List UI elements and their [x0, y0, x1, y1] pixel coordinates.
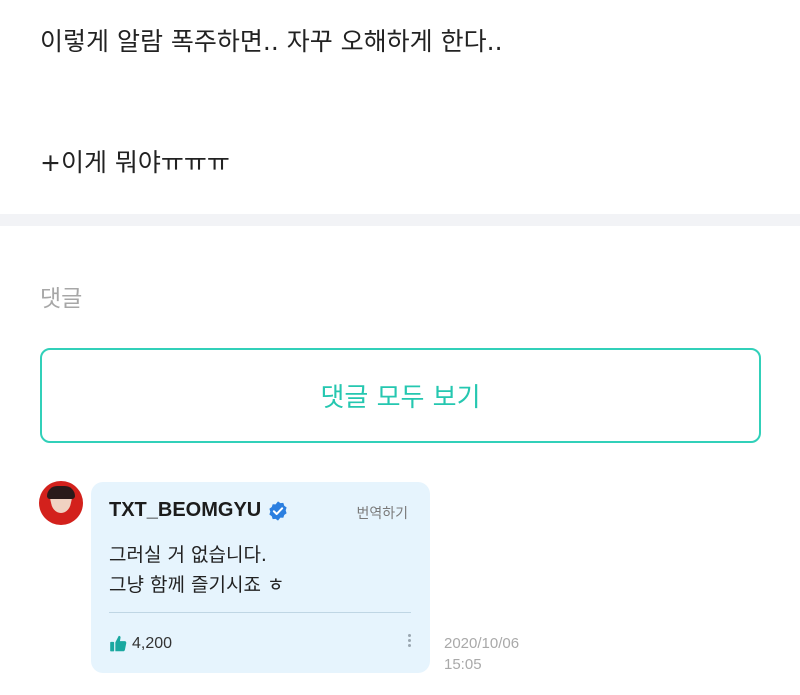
avatar-hair	[47, 486, 75, 499]
comment-text: 그러실 거 없습니다. 그냥 함께 즐기시죠 ㅎ	[109, 540, 284, 600]
like-button[interactable]: 4,200	[109, 634, 172, 653]
view-all-comments-button[interactable]: 댓글 모두 보기	[40, 348, 761, 443]
section-divider	[0, 214, 800, 226]
comments-heading: 댓글	[40, 286, 83, 312]
post-text-line: 이렇게 알람 폭주하면.. 자꾸 오해하게 한다..	[40, 27, 503, 56]
like-count: 4,200	[132, 634, 173, 652]
thumbs-up-icon	[110, 635, 127, 652]
comment-bubble: TXT_BEOMGYU 번역하기 그러실 거 없습니다. 그냥 함께 즐기시죠 …	[91, 482, 430, 673]
comment-date: 2020/10/06	[444, 635, 520, 652]
post-text-line: +이게 뭐야ㅠㅠㅠ	[40, 148, 230, 177]
post-body: 이렇게 알람 폭주하면.. 자꾸 오해하게 한다.. +이게 뭐야ㅠㅠㅠ	[40, 0, 780, 214]
comment-divider	[109, 612, 411, 613]
comment-author-name: TXT_BEOMGYU	[109, 499, 262, 521]
comment-timestamp: 2020/10/06 15:05	[444, 633, 519, 675]
more-vertical-icon[interactable]	[406, 632, 412, 652]
comment-time: 15:05	[444, 656, 482, 673]
verified-badge-icon	[269, 500, 287, 521]
avatar[interactable]	[39, 481, 83, 525]
comment-text-line: 그냥 함께 즐기시죠 ㅎ	[109, 574, 285, 596]
comment-text-line: 그러실 거 없습니다.	[109, 544, 267, 566]
translate-link[interactable]: 번역하기	[356, 503, 408, 523]
comment-author[interactable]: TXT_BEOMGYU	[109, 499, 289, 522]
